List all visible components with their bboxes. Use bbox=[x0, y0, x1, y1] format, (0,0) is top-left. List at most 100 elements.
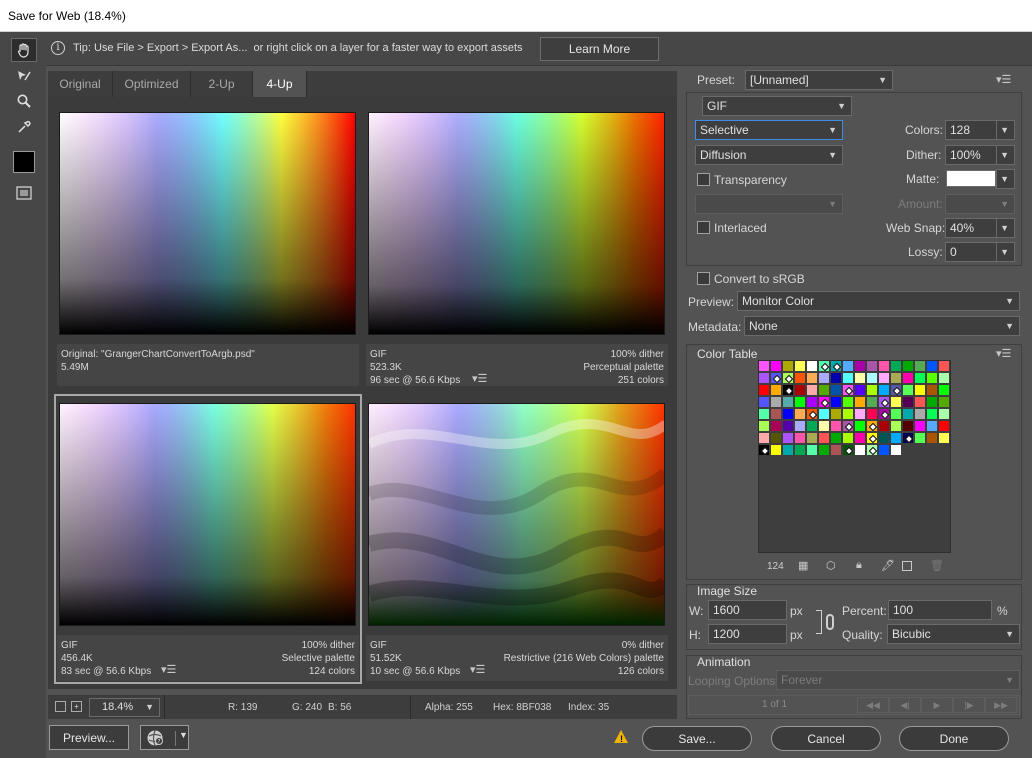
color-swatch[interactable] bbox=[807, 373, 818, 384]
color-swatch[interactable] bbox=[759, 361, 770, 372]
color-swatch[interactable] bbox=[831, 373, 842, 384]
color-swatch[interactable] bbox=[939, 361, 950, 372]
color-swatch[interactable] bbox=[819, 445, 830, 456]
metadata-select[interactable]: None ▼ bbox=[744, 316, 1020, 336]
color-swatch[interactable] bbox=[843, 397, 854, 408]
color-swatch[interactable] bbox=[867, 445, 878, 456]
web-snap-select[interactable]: 40% ▼ bbox=[945, 218, 1015, 238]
color-swatch[interactable] bbox=[879, 361, 890, 372]
color-swatch[interactable] bbox=[879, 433, 890, 444]
color-swatch[interactable] bbox=[915, 409, 926, 420]
link-icon[interactable] bbox=[826, 614, 834, 630]
lossy-select[interactable]: 0 ▼ bbox=[945, 242, 1015, 262]
transparency-checkbox[interactable] bbox=[697, 173, 710, 186]
convert-srgb-checkbox[interactable] bbox=[697, 272, 710, 285]
slice-select-tool[interactable] bbox=[11, 64, 37, 88]
color-swatch[interactable] bbox=[819, 409, 830, 420]
color-swatch[interactable] bbox=[891, 433, 902, 444]
color-swatch[interactable] bbox=[939, 409, 950, 420]
quality-select[interactable]: Bicubic ▼ bbox=[887, 624, 1020, 644]
color-swatch[interactable] bbox=[819, 397, 830, 408]
color-swatch[interactable] bbox=[795, 397, 806, 408]
color-swatch[interactable] bbox=[795, 373, 806, 384]
color-swatch[interactable] bbox=[867, 385, 878, 396]
color-swatch[interactable] bbox=[843, 433, 854, 444]
color-swatch[interactable] bbox=[927, 385, 938, 396]
color-swatch[interactable] bbox=[939, 385, 950, 396]
zoom-in-icon[interactable]: + bbox=[71, 701, 82, 712]
color-swatch[interactable] bbox=[903, 373, 914, 384]
color-swatch[interactable] bbox=[783, 433, 794, 444]
browser-preview-button[interactable]: ? ▼ bbox=[140, 725, 189, 750]
learn-more-button[interactable]: Learn More bbox=[540, 37, 659, 61]
color-swatch[interactable] bbox=[759, 421, 770, 432]
color-swatch[interactable] bbox=[795, 409, 806, 420]
color-swatch[interactable] bbox=[927, 361, 938, 372]
color-swatch[interactable] bbox=[939, 397, 950, 408]
color-swatch[interactable] bbox=[759, 445, 770, 456]
interlaced-checkbox[interactable] bbox=[697, 221, 710, 234]
color-swatch[interactable] bbox=[783, 361, 794, 372]
color-swatch[interactable] bbox=[843, 445, 854, 456]
color-swatch[interactable] bbox=[903, 385, 914, 396]
color-swatch[interactable] bbox=[939, 433, 950, 444]
color-swatch[interactable] bbox=[783, 373, 794, 384]
color-swatch[interactable] bbox=[771, 373, 782, 384]
selective-preview-image[interactable] bbox=[59, 403, 356, 626]
pane-menu-icon[interactable]: ▾☰ bbox=[472, 373, 487, 386]
color-swatch[interactable] bbox=[819, 361, 830, 372]
zoom-out-icon[interactable] bbox=[55, 701, 66, 712]
color-swatch[interactable] bbox=[807, 409, 818, 420]
color-swatch[interactable] bbox=[903, 409, 914, 420]
transparency-dither-select[interactable]: ▼ bbox=[695, 194, 843, 214]
preview-button[interactable]: Preview... bbox=[49, 725, 129, 750]
color-swatch[interactable] bbox=[891, 421, 902, 432]
done-button[interactable]: Done bbox=[899, 726, 1009, 751]
dither-algorithm-select[interactable]: Diffusion ▼ bbox=[695, 145, 843, 165]
color-swatch[interactable] bbox=[891, 397, 902, 408]
color-swatch[interactable] bbox=[771, 361, 782, 372]
color-swatch[interactable] bbox=[807, 421, 818, 432]
color-swatch[interactable] bbox=[903, 433, 914, 444]
color-swatch[interactable] bbox=[819, 433, 830, 444]
color-swatch[interactable] bbox=[867, 421, 878, 432]
color-swatch[interactable] bbox=[783, 421, 794, 432]
cube-icon[interactable]: ⬡ bbox=[826, 559, 836, 572]
color-swatch[interactable] bbox=[927, 373, 938, 384]
color-swatch[interactable] bbox=[795, 421, 806, 432]
color-swatch[interactable] bbox=[771, 397, 782, 408]
color-swatch[interactable] bbox=[783, 385, 794, 396]
tab-2-up[interactable]: 2-Up bbox=[191, 71, 253, 97]
color-swatch[interactable] bbox=[867, 361, 878, 372]
color-swatch[interactable] bbox=[915, 421, 926, 432]
web-shift-icon[interactable]: ▦ bbox=[798, 559, 808, 572]
save-button[interactable]: Save... bbox=[642, 726, 752, 751]
color-swatch[interactable] bbox=[831, 421, 842, 432]
color-swatch[interactable] bbox=[855, 421, 866, 432]
reduction-select[interactable]: Selective ▼ bbox=[695, 120, 843, 140]
colors-select[interactable]: 128 ▼ bbox=[945, 120, 1015, 140]
color-swatch[interactable] bbox=[831, 445, 842, 456]
zoom-level-select[interactable]: 18.4% ▼ bbox=[89, 698, 160, 717]
color-swatch[interactable] bbox=[795, 445, 806, 456]
trash-icon[interactable]: 🗑︎ bbox=[930, 559, 944, 572]
color-swatch[interactable] bbox=[807, 397, 818, 408]
toggle-slices-tool[interactable] bbox=[11, 181, 37, 205]
color-swatch[interactable] bbox=[879, 409, 890, 420]
tab-4-up[interactable]: 4-Up bbox=[253, 71, 307, 97]
tab-optimized[interactable]: Optimized bbox=[113, 71, 191, 97]
color-swatch[interactable] bbox=[855, 433, 866, 444]
settings-menu-icon[interactable]: ▾☰ bbox=[996, 73, 1011, 86]
color-swatch[interactable] bbox=[927, 421, 938, 432]
color-swatch[interactable] bbox=[771, 409, 782, 420]
color-swatch[interactable] bbox=[831, 433, 842, 444]
color-swatch[interactable] bbox=[903, 397, 914, 408]
color-swatch[interactable] bbox=[759, 433, 770, 444]
color-swatch[interactable] bbox=[855, 397, 866, 408]
tab-original[interactable]: Original bbox=[48, 71, 113, 97]
color-swatch[interactable] bbox=[759, 373, 770, 384]
color-swatch[interactable] bbox=[879, 385, 890, 396]
restrictive-preview-image[interactable] bbox=[368, 403, 665, 626]
percent-input[interactable]: 100 bbox=[888, 600, 992, 620]
color-swatch[interactable] bbox=[819, 385, 830, 396]
